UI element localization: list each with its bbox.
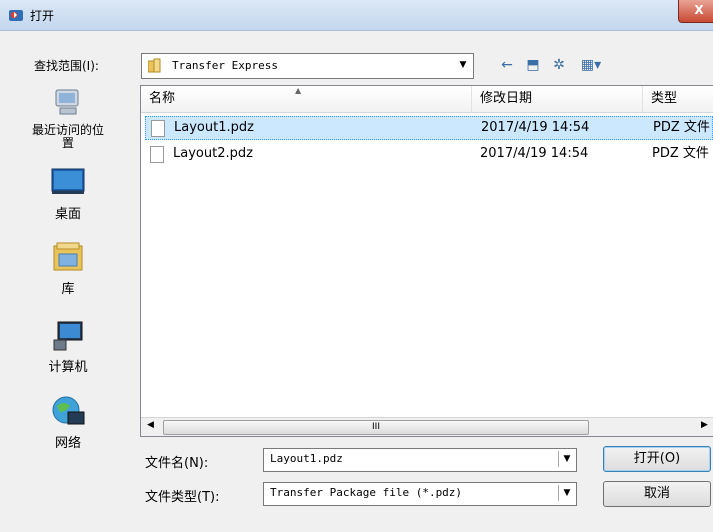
libraries-icon xyxy=(48,240,88,276)
look-in-value: Transfer Express xyxy=(172,59,278,72)
sort-ascending-icon: ▲ xyxy=(295,86,302,95)
filename-label: 文件名(N): xyxy=(145,456,209,471)
file-list[interactable]: 名称 ▲ 修改日期 类型 Layout1.pdz 2017/4/19 14:54… xyxy=(140,85,713,437)
new-folder-icon[interactable]: ✲ xyxy=(549,55,569,75)
open-button[interactable]: 打开(O) xyxy=(603,446,711,472)
filetype-label: 文件类型(T): xyxy=(145,490,220,505)
column-modified-label: 修改日期 xyxy=(480,91,533,106)
filename-input[interactable]: Layout1.pdz ▼ xyxy=(263,448,577,472)
list-item[interactable]: Layout1.pdz 2017/4/19 14:54 PDZ 文件 xyxy=(145,116,713,140)
network-icon xyxy=(48,394,88,430)
look-in-label: 查找范围(I): xyxy=(34,59,99,73)
place-label: 最近访问的位置 xyxy=(31,123,104,150)
chevron-down-icon[interactable]: ▼ xyxy=(558,451,575,467)
column-header-type[interactable]: 类型 xyxy=(643,86,713,112)
app-icon xyxy=(9,10,23,21)
place-label: 桌面 xyxy=(54,207,81,222)
window-title: 打开 xyxy=(30,9,55,23)
filename-value: Layout1.pdz xyxy=(270,452,343,465)
place-label: 计算机 xyxy=(48,360,88,375)
file-icon xyxy=(151,120,165,137)
filetype-value: Transfer Package file (*.pdz) xyxy=(270,486,463,499)
chevron-down-icon[interactable]: ▼ xyxy=(454,56,471,74)
column-header-name[interactable]: 名称 ▲ xyxy=(141,86,472,112)
file-type: PDZ 文件 xyxy=(653,120,710,135)
file-modified: 2017/4/19 14:54 xyxy=(480,146,589,161)
file-icon xyxy=(150,146,164,163)
look-in-dropdown[interactable]: Transfer Express ▼ xyxy=(141,53,474,79)
folder-icon xyxy=(148,58,161,73)
close-button[interactable]: X xyxy=(678,0,713,23)
title-bar[interactable]: 打开 X xyxy=(0,0,713,31)
chevron-down-icon[interactable]: ▼ xyxy=(558,485,575,501)
view-menu-icon[interactable]: ▦▾ xyxy=(577,55,605,75)
place-label: 网络 xyxy=(54,436,81,451)
back-arrow-icon[interactable]: ← xyxy=(497,55,517,75)
place-libraries[interactable]: 库 xyxy=(28,240,108,297)
cancel-button[interactable]: 取消 xyxy=(603,481,711,507)
scroll-thumb[interactable]: III xyxy=(163,420,589,435)
filetype-dropdown[interactable]: Transfer Package file (*.pdz) ▼ xyxy=(263,482,577,506)
scroll-left-icon[interactable]: ◀ xyxy=(147,420,154,430)
column-header-modified[interactable]: 修改日期 xyxy=(472,86,643,112)
file-name: Layout2.pdz xyxy=(173,146,253,161)
desktop-icon xyxy=(48,165,88,201)
file-type: PDZ 文件 xyxy=(652,146,709,161)
column-name-label: 名称 xyxy=(149,91,176,106)
place-computer[interactable]: 计算机 xyxy=(28,318,108,375)
recent-places-icon xyxy=(48,86,88,122)
place-desktop[interactable]: 桌面 xyxy=(28,165,108,222)
column-type-label: 类型 xyxy=(651,91,678,106)
list-header: 名称 ▲ 修改日期 类型 xyxy=(141,86,713,113)
list-item[interactable]: Layout2.pdz 2017/4/19 14:54 PDZ 文件 xyxy=(145,143,711,165)
place-network[interactable]: 网络 xyxy=(28,394,108,451)
up-folder-icon[interactable]: ⬒ xyxy=(523,55,543,75)
scroll-right-icon[interactable]: ▶ xyxy=(701,420,708,430)
place-recent[interactable]: 最近访问的位置 xyxy=(28,86,108,150)
file-modified: 2017/4/19 14:54 xyxy=(481,120,590,135)
place-label: 库 xyxy=(61,282,75,297)
file-name: Layout1.pdz xyxy=(174,120,254,135)
horizontal-scrollbar[interactable]: ◀ III ▶ xyxy=(141,417,713,436)
computer-icon xyxy=(48,318,88,354)
